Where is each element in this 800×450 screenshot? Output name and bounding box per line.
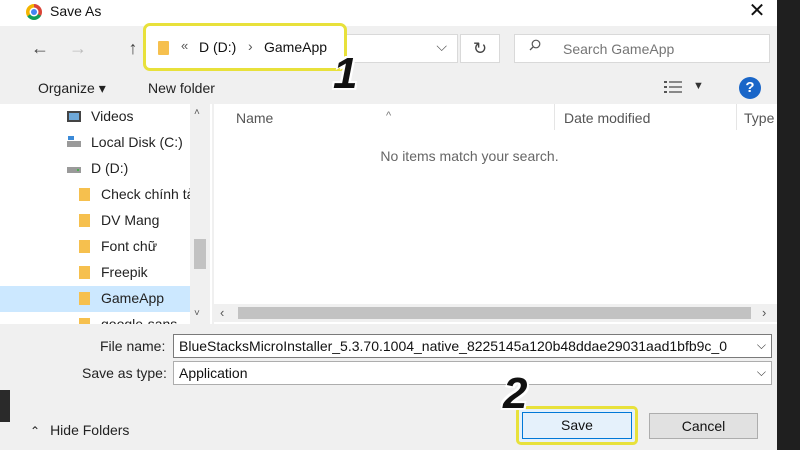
file-list: Name ^ Date modified Type No items match…	[214, 104, 777, 324]
background-edge	[0, 390, 10, 422]
sidebar-item-local-disk-c[interactable]: Local Disk (C:)	[0, 130, 190, 156]
refresh-button[interactable]: ↻	[460, 34, 500, 63]
folder-icon	[158, 41, 169, 55]
video-icon	[67, 111, 81, 122]
breadcrumb-drive[interactable]: D (D:)	[199, 39, 236, 55]
scroll-down-icon[interactable]: ˅	[194, 308, 200, 319]
sidebar-item-label: D (D:)	[91, 160, 129, 176]
drive-icon	[67, 136, 81, 147]
view-dropdown-icon[interactable]: ▼	[693, 80, 704, 92]
sidebar-item-d-drive[interactable]: D (D:)	[0, 156, 190, 182]
sidebar-item-folder[interactable]: Check chính tả	[0, 182, 194, 208]
forward-button[interactable]: →	[66, 36, 90, 60]
sidebar-item-folder[interactable]: Font chữ	[0, 234, 190, 260]
sidebar-item-videos[interactable]: Videos	[0, 104, 190, 130]
breadcrumb-separator-icon[interactable]: ›	[248, 38, 253, 54]
folder-icon	[79, 240, 90, 253]
file-name-label: File name:	[100, 338, 166, 354]
sidebar-item-folder[interactable]: google-sans	[0, 312, 190, 324]
sidebar-item-label: Font chữ	[101, 238, 158, 254]
sidebar-item-label: DV Mang	[101, 212, 160, 228]
view-details-icon[interactable]	[664, 80, 682, 94]
empty-message: No items match your search.	[380, 148, 559, 164]
file-name-field[interactable]: ⌵	[173, 334, 772, 358]
organize-button[interactable]: Organize ▾	[38, 80, 106, 97]
save-as-dialog: Save As ✕ ← → ↑ ⌵ « D (D:) › GameApp ↻ O…	[0, 0, 777, 450]
sidebar-item-label: google-sans	[101, 316, 178, 324]
column-header-name[interactable]: Name ^	[214, 104, 554, 130]
drive-icon	[67, 167, 81, 173]
folder-icon	[79, 292, 90, 305]
step-annotation-2: 2	[503, 369, 528, 418]
file-name-dropdown-icon[interactable]: ⌵	[757, 338, 766, 353]
column-header-type[interactable]: Type	[737, 104, 777, 130]
sidebar-item-gameapp[interactable]: GameApp	[0, 286, 190, 312]
file-name-input[interactable]	[179, 337, 749, 355]
up-button[interactable]: ↑	[121, 36, 145, 60]
cancel-button[interactable]: Cancel	[649, 413, 758, 439]
window-title: Save As	[50, 3, 102, 19]
navigation-scrollbar[interactable]: ˄ ˅	[190, 104, 210, 324]
sidebar-item-label: Local Disk (C:)	[91, 134, 183, 150]
save-as-type-select[interactable]: Application ⌵	[173, 361, 772, 385]
folder-icon	[79, 318, 90, 324]
save-as-type-label: Save as type:	[82, 365, 167, 381]
scrollbar-thumb[interactable]	[238, 307, 751, 319]
scrollbar-thumb[interactable]	[194, 239, 206, 269]
navigation-pane: Videos Local Disk (C:) D (D:) Check chín…	[0, 104, 212, 324]
sort-ascending-icon: ^	[386, 110, 392, 122]
scroll-up-icon[interactable]: ˄	[194, 107, 200, 118]
search-icon	[529, 39, 541, 51]
sidebar-item-label: Videos	[91, 108, 134, 124]
breadcrumb-folder[interactable]: GameApp	[264, 39, 327, 55]
save-as-type-dropdown-icon[interactable]: ⌵	[757, 365, 766, 380]
sidebar-item-label: Check chính tả	[101, 186, 195, 202]
sidebar-item-label: Freepik	[101, 264, 148, 280]
search-input[interactable]	[563, 39, 763, 58]
search-box[interactable]	[514, 34, 770, 63]
back-button[interactable]: ←	[28, 36, 52, 60]
sidebar-item-folder[interactable]: Freepik	[0, 260, 190, 286]
save-button-highlight[interactable]: Save	[516, 406, 638, 445]
address-breadcrumb-highlight[interactable]: « D (D:) › GameApp	[143, 23, 347, 71]
save-as-type-value: Application	[179, 365, 248, 381]
close-button[interactable]: ✕	[742, 0, 772, 24]
step-annotation-1: 1	[333, 49, 358, 98]
address-dropdown-icon[interactable]: ⌵	[436, 38, 447, 55]
sidebar-item-label: GameApp	[101, 290, 165, 306]
chrome-icon	[26, 4, 42, 20]
folder-icon	[79, 188, 90, 201]
scroll-right-icon[interactable]: ›	[762, 305, 766, 320]
chevron-up-icon: ⌃	[30, 424, 41, 438]
new-folder-button[interactable]: New folder	[148, 80, 215, 96]
sidebar-item-folder[interactable]: DV Mang	[0, 208, 190, 234]
hide-folders-button[interactable]: ⌃ Hide Folders	[30, 422, 129, 438]
title-bar: Save As ✕	[0, 0, 777, 26]
folder-icon	[79, 266, 90, 279]
breadcrumb-overflow-icon[interactable]: «	[181, 38, 188, 53]
column-header-date-modified[interactable]: Date modified	[555, 104, 735, 130]
horizontal-scrollbar[interactable]: ‹ ›	[214, 304, 777, 322]
folder-icon	[79, 214, 90, 227]
save-button[interactable]: Save	[522, 412, 632, 439]
help-icon[interactable]: ?	[739, 77, 761, 99]
scroll-left-icon[interactable]: ‹	[220, 305, 224, 320]
hide-folders-label: Hide Folders	[50, 422, 130, 438]
